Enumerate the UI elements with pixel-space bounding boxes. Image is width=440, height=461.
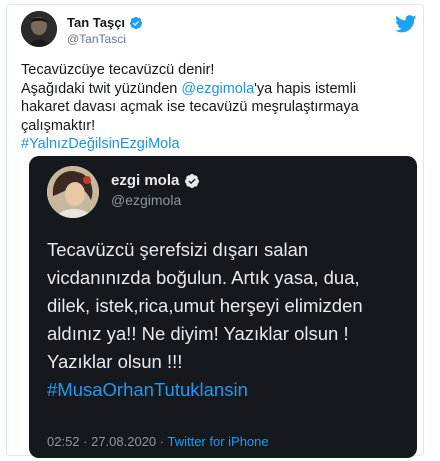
tweet-card: Tan Taşçı @TanTasci Tecavüzcüye tecavüzc… [6, 4, 424, 458]
tweet-line-2: Aşağıdaki twit yüzünden @ezgimola'ya hap… [21, 80, 417, 99]
author-avatar[interactable] [21, 11, 57, 47]
tweet-line-2-post: 'ya hapis istemli [254, 80, 357, 97]
embedded-author-name: ezgi mola [111, 172, 200, 189]
hashtag-link[interactable]: #YalnızDeğilsinEzgiMola [21, 135, 417, 154]
embedded-author-handle: @ezgimola [111, 192, 182, 208]
tweet-text: Tecavüzcüye tecavüzcü denir! Aşağıdaki t… [21, 61, 417, 154]
embedded-timestamp: 02:52 · 27.08.2020 · [47, 434, 168, 449]
embedded-line-3: dilek, istek,rica,umut herşeyi elimizden [47, 295, 363, 316]
embedded-footer: 02:52 · 27.08.2020 · Twitter for iPhone [47, 434, 269, 449]
tweet-line-4: çalışmaktır! [21, 117, 96, 134]
tweet-line-3: hakaret davası açmak ise tecavüzü meşrul… [21, 99, 359, 115]
tweet-line-2-pre: Aşağıdaki twit yüzünden [21, 80, 182, 97]
author-name-text: Tan Taşçı [67, 15, 126, 30]
author-handle[interactable]: @TanTasci [67, 32, 126, 46]
embedded-hashtag: #MusaOrhanTutuklansin [47, 379, 248, 400]
mention-link[interactable]: @ezgimola [181, 81, 254, 97]
embedded-verified-badge-icon [185, 173, 200, 188]
embedded-line-1: Tecavüzcü şerefsizi dışarı salan [47, 239, 309, 260]
embedded-avatar [47, 166, 99, 218]
embedded-avatar-image [47, 166, 99, 218]
embedded-client: Twitter for iPhone [167, 434, 269, 449]
tweet-header: Tan Taşçı @TanTasci [21, 11, 417, 51]
author-name[interactable]: Tan Taşçı [67, 15, 143, 30]
embedded-tweet-image[interactable]: ezgi mola @ezgimola Tecavüzcü şerefsizi … [29, 156, 417, 458]
embedded-line-5: Yazıklar olsun !!! [47, 351, 183, 372]
embedded-line-4: aldınız ya!! Ne diyim! Yazıklar olsun ! [47, 323, 349, 344]
embedded-tweet-text: Tecavüzcü şerefsizi dışarı salan vicdanı… [47, 236, 409, 404]
author-avatar-image [21, 11, 57, 47]
twitter-bird-icon[interactable] [395, 15, 417, 33]
embedded-author-name-text: ezgi mola [111, 172, 180, 189]
embedded-line-2: vicdanınızda boğulun. Artık yasa, dua, [47, 267, 360, 288]
tweet-line-1: Tecavüzcüye tecavüzcü denir! [21, 62, 215, 78]
verified-badge-icon [129, 16, 143, 29]
